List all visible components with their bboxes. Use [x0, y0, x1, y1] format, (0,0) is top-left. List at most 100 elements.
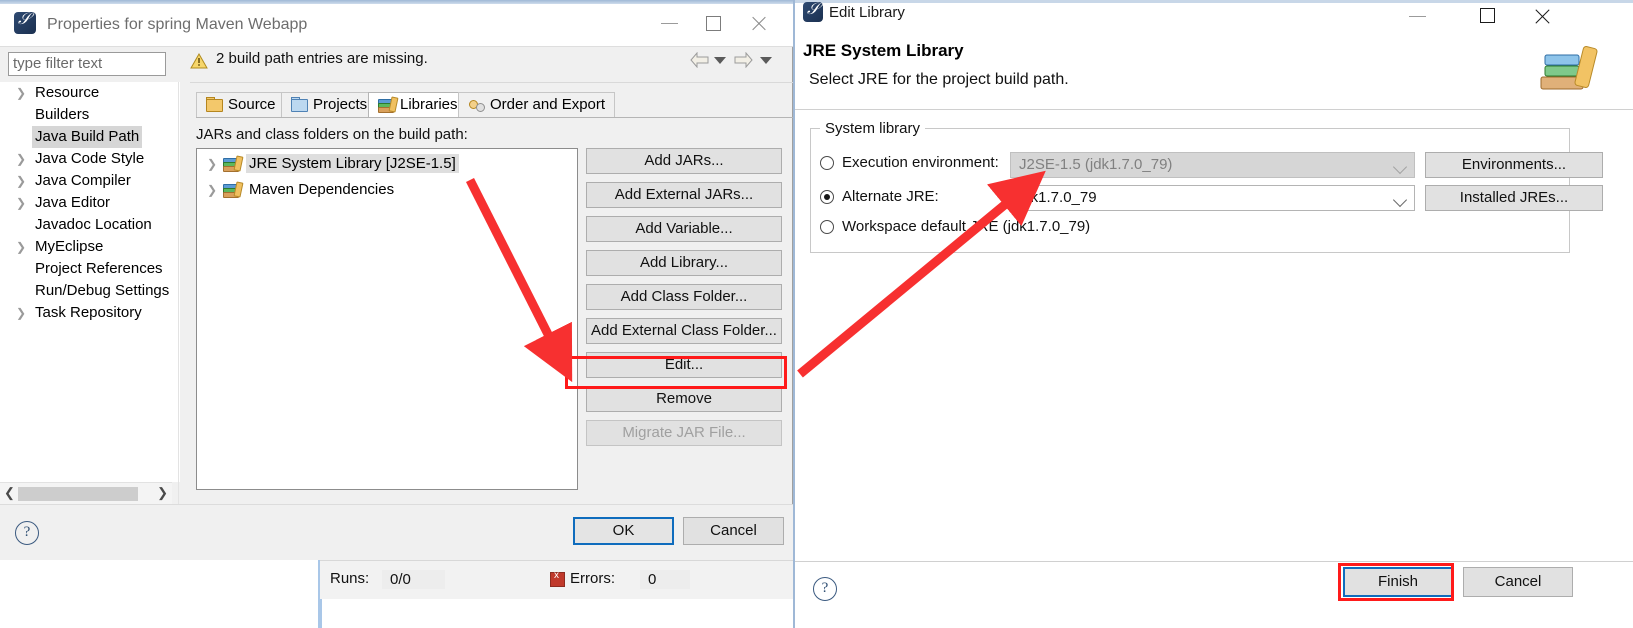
radio-icon: [820, 156, 834, 170]
edit-library-heading: JRE System Library: [803, 41, 964, 60]
add-external-class-folder-button[interactable]: Add External Class Folder...: [586, 318, 782, 344]
alternate-jre-radio[interactable]: Alternate JRE:: [820, 186, 1010, 210]
properties-footer: ? OK Cancel: [0, 505, 793, 560]
tree-item-label: Java Code Style: [35, 150, 145, 167]
radio-selected-icon: [820, 190, 834, 204]
tree-item-builders[interactable]: Builders: [0, 104, 180, 126]
scroll-left-icon[interactable]: ❮: [4, 485, 15, 501]
tree-horizontal-scrollbar[interactable]: ❮ ❯: [0, 482, 172, 505]
tree-item-run-debug-settings[interactable]: Run/Debug Settings: [0, 280, 180, 302]
junit-status-bar: Runs: 0/0 Errors: 0: [320, 560, 795, 599]
tab-projects[interactable]: Projects: [281, 92, 378, 118]
chevron-right-icon[interactable]: ❯: [207, 179, 223, 202]
eclipse-icon: [803, 1, 823, 22]
error-icon: [550, 570, 565, 587]
tree-divider: [178, 82, 179, 504]
errors-label: Errors:: [570, 570, 615, 587]
tab-order-and-export[interactable]: Order and Export: [458, 92, 616, 118]
navigation-arrows: [690, 48, 790, 76]
add-class-folder-button[interactable]: Add Class Folder...: [586, 284, 782, 310]
edit-library-title: Edit Library: [829, 4, 905, 21]
scroll-thumb[interactable]: [18, 487, 138, 501]
remove-button[interactable]: Remove: [586, 386, 782, 412]
tab-label: Projects: [313, 96, 368, 113]
tree-item-java-build-path[interactable]: Java Build Path: [0, 126, 180, 148]
alternate-jre-combo[interactable]: jdk1.7.0_79: [1010, 185, 1415, 211]
tree-item-task-repository[interactable]: ❯ Task Repository: [0, 302, 180, 324]
list-item-label: JRE System Library [J2SE-1.5]: [246, 154, 459, 173]
forward-dropdown-icon[interactable]: [760, 57, 772, 64]
maximize-button[interactable]: [692, 6, 736, 40]
workspace-default-jre-radio[interactable]: Workspace default JRE (jdk1.7.0_79): [820, 216, 1220, 240]
environments-button[interactable]: Environments...: [1425, 152, 1603, 178]
list-item-maven-dependencies[interactable]: ❯ Maven Dependencies: [197, 178, 577, 201]
minimize-icon: [661, 23, 678, 24]
add-jars-button[interactable]: Add JARs...: [586, 148, 782, 174]
add-variable-button[interactable]: Add Variable...: [586, 216, 782, 242]
runs-label: Runs:: [330, 570, 370, 587]
chevron-right-icon: ❯: [16, 196, 27, 210]
books-icon: [223, 155, 244, 172]
tree-item-myeclipse[interactable]: ❯ MyEclipse: [0, 236, 180, 258]
back-dropdown-icon[interactable]: [714, 57, 726, 64]
finish-button[interactable]: Finish: [1343, 567, 1453, 597]
list-item-jre-system-library[interactable]: ❯ JRE System Library [J2SE-1.5]: [197, 152, 577, 175]
tree-item-project-references[interactable]: Project References: [0, 258, 180, 280]
tree-item-label: Project References: [35, 260, 163, 277]
filter-input[interactable]: type filter text: [8, 52, 166, 76]
tab-source[interactable]: Source: [196, 92, 286, 118]
chevron-right-icon: ❯: [16, 152, 27, 166]
close-button[interactable]: [1519, 0, 1565, 30]
chevron-right-icon: ❯: [16, 86, 27, 100]
execution-environment-label: Execution environment:: [842, 154, 999, 171]
forward-arrow-icon[interactable]: [734, 52, 753, 68]
list-item-label: Maven Dependencies: [249, 181, 395, 198]
tab-libraries[interactable]: Libraries: [368, 92, 468, 118]
back-arrow-icon[interactable]: [690, 52, 709, 68]
tree-item-java-code-style[interactable]: ❯ Java Code Style: [0, 148, 180, 170]
properties-accent-bar: [0, 0, 793, 4]
chevron-right-icon[interactable]: ❯: [207, 153, 223, 176]
minimize-button[interactable]: [1395, 0, 1441, 30]
tree-item-label: Java Build Path: [32, 126, 143, 148]
properties-tree[interactable]: ❯ Resource Builders Java Build Path ❯ Java…: [0, 82, 180, 482]
close-button[interactable]: [736, 6, 780, 40]
tab-underline: [196, 117, 796, 118]
execution-environment-combo: J2SE-1.5 (jdk1.7.0_79): [1010, 152, 1415, 178]
edit-button[interactable]: Edit...: [586, 352, 782, 378]
cancel-button[interactable]: Cancel: [1463, 567, 1573, 597]
help-icon[interactable]: ?: [813, 577, 837, 601]
errors-value: 0: [640, 570, 691, 589]
tree-item-resource[interactable]: ❯ Resource: [0, 82, 180, 104]
header-separator: [190, 82, 793, 83]
installed-jres-button[interactable]: Installed JREs...: [1425, 185, 1603, 211]
minimize-icon: [1409, 16, 1426, 17]
scroll-right-icon[interactable]: ❯: [157, 485, 168, 501]
runs-value: 0/0: [382, 570, 445, 589]
radio-icon: [820, 220, 834, 234]
projects-folder-icon: [291, 97, 309, 112]
maximize-button[interactable]: [1465, 0, 1511, 30]
execution-environment-value: J2SE-1.5 (jdk1.7.0_79): [1019, 156, 1173, 173]
edit-library-header: JRE System Library Select JRE for the pr…: [795, 31, 1633, 110]
add-library-button[interactable]: Add Library...: [586, 250, 782, 276]
alternate-jre-label: Alternate JRE:: [842, 188, 939, 205]
jars-list[interactable]: ❯ JRE System Library [J2SE-1.5] ❯ Maven De…: [196, 148, 578, 490]
jars-list-label: JARs and class folders on the build path…: [196, 126, 468, 143]
tree-item-java-compiler[interactable]: ❯ Java Compiler: [0, 170, 180, 192]
tree-item-java-editor[interactable]: ❯ Java Editor: [0, 192, 180, 214]
tab-label: Source: [228, 96, 276, 113]
cancel-button[interactable]: Cancel: [683, 517, 784, 545]
add-external-jars-button[interactable]: Add External JARs...: [586, 182, 782, 208]
system-library-group-label: System library: [820, 120, 926, 137]
help-icon[interactable]: ?: [15, 521, 39, 545]
properties-tabs: Source Projects Libraries Order and Expo…: [196, 92, 796, 118]
minimize-button[interactable]: [648, 6, 692, 40]
properties-dialog-title: Properties for spring Maven Webapp: [47, 16, 308, 33]
workspace-default-jre-label: Workspace default JRE (jdk1.7.0_79): [842, 218, 1091, 235]
chevron-right-icon: ❯: [16, 240, 27, 254]
tree-item-javadoc-location[interactable]: Javadoc Location: [0, 214, 180, 236]
warning-icon: [190, 53, 208, 69]
chevron-down-icon[interactable]: [1392, 192, 1408, 208]
ok-button[interactable]: OK: [573, 517, 674, 545]
